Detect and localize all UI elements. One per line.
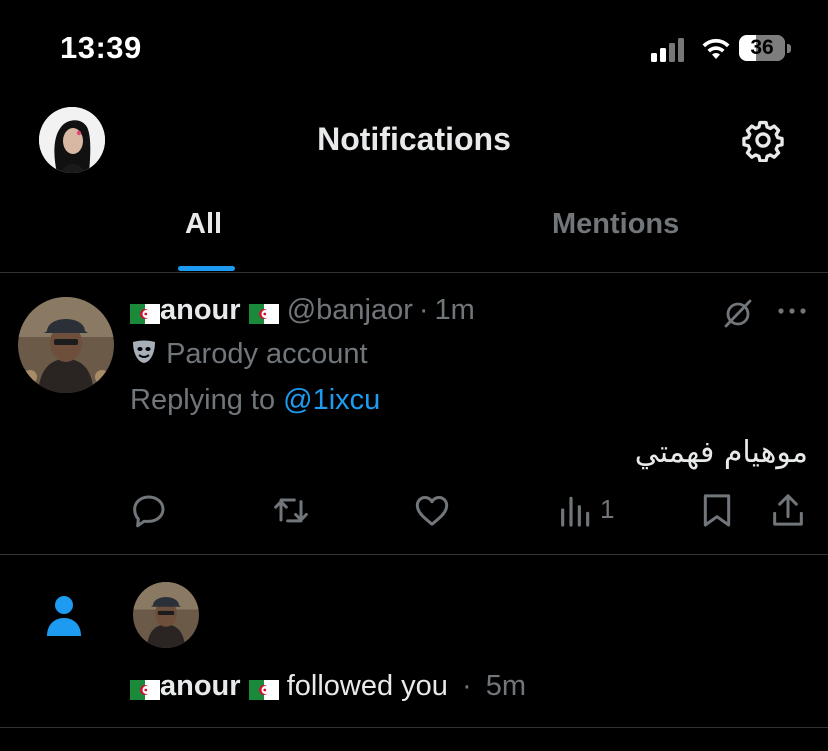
follower-name[interactable]: anour: [160, 670, 241, 702]
algeria-flag-icon: [130, 299, 160, 325]
algeria-flag-icon: [248, 675, 279, 701]
timestamp: 1m: [434, 294, 475, 326]
parody-text: Parody account: [166, 338, 368, 370]
retweet-icon[interactable]: [271, 490, 311, 530]
timestamp: 5m: [485, 670, 526, 702]
page-title: Notifications: [317, 121, 511, 157]
battery-percent: 36: [750, 36, 774, 59]
algeria-flag-icon: [130, 675, 160, 701]
like-icon[interactable]: [412, 490, 452, 530]
separator: ·: [418, 294, 429, 326]
active-tab-indicator: [178, 266, 235, 271]
divider: [0, 272, 828, 273]
replying-to-handle[interactable]: @1ixcu: [283, 384, 380, 416]
separator: ·: [461, 670, 472, 702]
user-avatar[interactable]: [18, 297, 114, 393]
share-icon[interactable]: [768, 490, 808, 530]
views-icon[interactable]: [556, 490, 596, 530]
notification-header: anour @banjaor · 1m: [130, 294, 475, 327]
follower-avatar[interactable]: [133, 582, 199, 648]
replying-prefix: Replying to: [130, 384, 276, 416]
wifi-icon: [702, 38, 730, 59]
mask-icon: [133, 340, 155, 364]
parody-label: Parody account: [130, 338, 368, 371]
replying-to: Replying to @1ixcu: [130, 384, 380, 417]
views-count: 1: [600, 494, 615, 524]
bookmark-icon[interactable]: [697, 490, 737, 530]
more-icon[interactable]: [776, 303, 808, 319]
algeria-flag-icon: [248, 299, 279, 325]
tweet-text: موهيام فهمتي: [634, 435, 808, 470]
status-time: 13:39: [60, 30, 142, 65]
grok-icon[interactable]: [720, 295, 756, 331]
gear-icon[interactable]: [741, 118, 785, 162]
tab-mentions[interactable]: Mentions: [552, 208, 679, 241]
divider: [0, 554, 828, 555]
divider: [0, 727, 828, 728]
follow-action: followed you: [286, 670, 448, 702]
reply-icon[interactable]: [129, 490, 169, 530]
person-icon: [47, 596, 81, 636]
user-name[interactable]: anour: [160, 294, 241, 326]
user-handle[interactable]: @banjaor: [287, 294, 413, 326]
tab-all[interactable]: All: [185, 208, 222, 241]
follow-text: anour followed you · 5m: [130, 670, 526, 703]
cellular-signal-icon: [651, 38, 691, 62]
battery-indicator: 36: [739, 35, 791, 63]
